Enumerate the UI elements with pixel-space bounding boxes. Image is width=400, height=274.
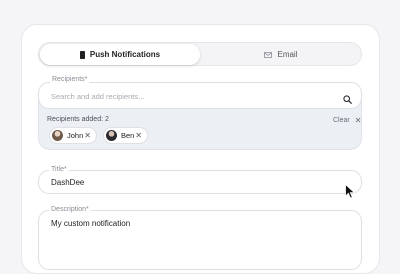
recipient-chip: John ✕ bbox=[49, 127, 97, 144]
recipients-label: Recipients* bbox=[50, 76, 90, 83]
mail-icon bbox=[264, 51, 273, 58]
title-field[interactable] bbox=[38, 170, 362, 194]
recipients-added-count: Recipients added: 2 bbox=[47, 116, 109, 123]
avatar bbox=[52, 130, 63, 141]
close-icon: ✕ bbox=[354, 116, 362, 125]
channel-tabs: Push Notifications Email bbox=[38, 42, 362, 66]
recipient-chip: Ben ✕ bbox=[103, 127, 148, 144]
recipients-placeholder: Search and add recipients... bbox=[51, 92, 145, 101]
tab-push-notifications[interactable]: Push Notifications bbox=[40, 44, 200, 65]
title-value: DashDee bbox=[51, 178, 85, 187]
recipient-name: John bbox=[67, 131, 84, 140]
remove-recipient-icon[interactable]: ✕ bbox=[84, 131, 91, 140]
title-label: Title* bbox=[49, 166, 69, 173]
tab-email-label: Email bbox=[277, 50, 298, 59]
tab-email[interactable]: Email bbox=[202, 44, 360, 65]
recipient-name: Ben bbox=[121, 131, 135, 140]
description-label: Description* bbox=[49, 206, 91, 213]
clear-recipients-button[interactable]: Clear ✕ bbox=[333, 116, 361, 125]
remove-recipient-icon[interactable]: ✕ bbox=[135, 131, 142, 140]
phone-icon bbox=[79, 50, 85, 59]
tab-push-label: Push Notifications bbox=[89, 50, 161, 59]
search-icon[interactable] bbox=[343, 91, 352, 109]
avatar bbox=[106, 130, 117, 141]
description-value: My custom notification bbox=[51, 219, 131, 228]
clear-label: Clear bbox=[333, 117, 350, 124]
mouse-cursor-icon bbox=[345, 183, 356, 204]
